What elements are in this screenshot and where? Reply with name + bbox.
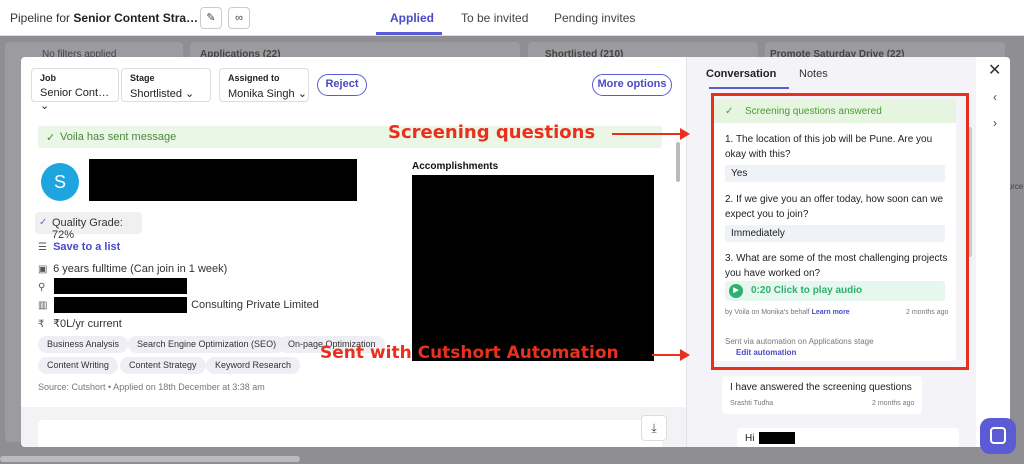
money-icon: ₹ <box>38 319 45 330</box>
chevron-left-icon[interactable]: ‹ <box>984 86 1006 110</box>
skill-chip: Business Analysis <box>38 336 129 353</box>
stage-value: Shortlisted ⌄ <box>130 88 195 100</box>
skill-chip: Content Writing <box>38 357 118 374</box>
annotation-arrow <box>652 349 690 361</box>
stage-filter[interactable]: Stage Shortlisted ⌄ <box>121 68 211 102</box>
tab-notes[interactable]: Notes <box>799 68 828 80</box>
reject-button[interactable]: Reject <box>317 74 367 96</box>
job-label: Job <box>40 73 57 83</box>
tab-pending-invites[interactable]: Pending invites <box>554 11 635 25</box>
redacted-name <box>759 432 795 444</box>
quality-grade-badge: ✓ Quality Grade: 72% <box>35 212 142 241</box>
location-row: ⚲ <box>38 281 50 293</box>
chevron-down-icon: ⌄ <box>185 88 195 100</box>
tab-applied[interactable]: Applied <box>390 11 434 25</box>
link-icon[interactable]: ∞ <box>228 7 250 29</box>
active-tab-underline <box>376 32 442 35</box>
check-circle-icon: ✓ <box>39 217 48 228</box>
chevron-down-icon: ⌄ <box>297 88 307 100</box>
annotation-box <box>711 93 969 370</box>
skill-chip: Content Strategy <box>120 357 206 374</box>
annotation-screening: Screening questions <box>388 122 596 143</box>
experience-row: ▣ 6 years fulltime (Can join in 1 week) <box>38 263 228 275</box>
reply-time: 2 months ago <box>872 400 915 407</box>
reply-message: I have answered the screening questions … <box>722 376 922 414</box>
location-pin-icon: ⚲ <box>38 282 46 293</box>
reply-author: Srashti Tudha <box>730 400 774 407</box>
top-bar: Pipeline for Senior Content Stra… ⌄ ✎ ∞ … <box>0 0 1024 36</box>
list-icon: ☰ <box>38 242 47 253</box>
avatar: S <box>41 163 79 201</box>
resume-card <box>38 420 662 447</box>
active-tab-underline <box>709 87 789 89</box>
pipeline-name: Senior Content Stra… <box>73 11 199 25</box>
horizontal-scrollbar[interactable] <box>0 456 300 462</box>
message-status-text: Voila has sent message <box>60 131 177 143</box>
hi-message: Hi <box>737 428 959 447</box>
chevron-right-icon[interactable]: › <box>984 112 1006 136</box>
job-filter[interactable]: Job Senior Cont… ⌄ <box>31 68 119 112</box>
annotation-automation: Sent with Cutshort Automation <box>320 343 619 363</box>
chat-support-button[interactable] <box>980 418 1016 454</box>
more-options-button[interactable]: More options <box>592 74 672 96</box>
candidate-panel: Job Senior Cont… ⌄ Stage Shortlisted ⌄ A… <box>21 57 686 447</box>
skill-chip: Search Engine Optimization (SEO) <box>128 336 286 353</box>
redacted-name <box>89 159 357 201</box>
redacted-accomplishments <box>412 175 654 361</box>
download-icon[interactable]: ⤓ <box>641 415 667 441</box>
tab-to-be-invited[interactable]: To be invited <box>461 11 528 25</box>
close-icon[interactable]: ✕ <box>988 60 1001 80</box>
tab-conversation[interactable]: Conversation <box>706 68 776 80</box>
assigned-filter[interactable]: Assigned to Monika Singh ⌄ <box>219 68 309 102</box>
briefcase-icon: ▣ <box>38 264 48 275</box>
pipeline-prefix: Pipeline for <box>10 11 71 25</box>
job-value: Senior Cont… ⌄ <box>40 87 110 112</box>
redacted-company <box>54 297 187 313</box>
assigned-label: Assigned to <box>228 73 280 83</box>
building-icon: ▥ <box>38 300 48 311</box>
scrollbar[interactable] <box>676 142 680 182</box>
assigned-value: Monika Singh ⌄ <box>228 88 307 100</box>
quality-grade-text: Quality Grade: 72% <box>52 217 123 241</box>
annotation-arrow <box>612 128 690 140</box>
edit-pencil-icon[interactable]: ✎ <box>200 7 222 29</box>
save-to-list-link[interactable]: ☰ Save to a list <box>38 241 120 253</box>
accomplishments-title: Accomplishments <box>412 161 499 172</box>
pipeline-selector[interactable]: Pipeline for Senior Content Stra… ⌄ <box>10 11 216 25</box>
redacted-location <box>54 278 187 294</box>
stage-label: Stage <box>130 73 155 83</box>
source-line: Source: Cutshort • Applied on 18th Decem… <box>38 382 265 392</box>
check-icon: ✓ <box>46 132 56 144</box>
salary-row: ₹ ₹0L/yr current <box>38 318 122 330</box>
chat-icon <box>990 427 1006 444</box>
chevron-down-icon: ⌄ <box>40 100 50 112</box>
skill-chip: Keyword Research <box>206 357 301 374</box>
